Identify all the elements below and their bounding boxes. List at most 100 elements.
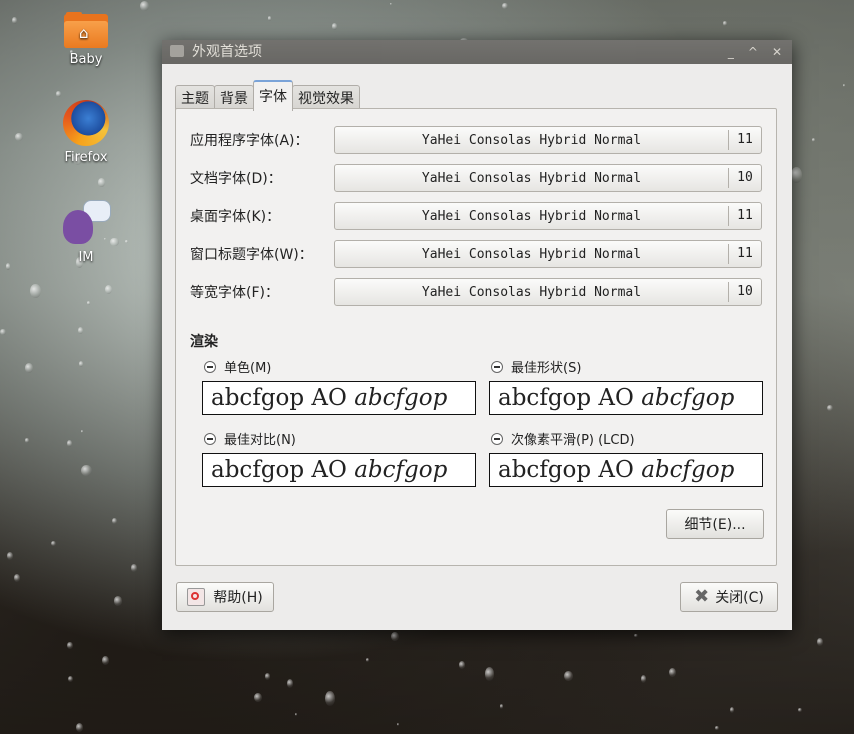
rain-drop (139, 0, 149, 11)
desktop-icon-firefox[interactable]: Firefox (46, 100, 126, 165)
rain-drop (67, 676, 73, 683)
rain-drop (669, 667, 676, 677)
close-button[interactable]: ✖ 关闭(C) (680, 582, 778, 612)
rain-drop (66, 440, 72, 447)
sample-italic-text: abcfgop (641, 385, 735, 411)
rain-drop (715, 726, 719, 730)
rain-drop (12, 17, 17, 25)
font-name: YaHei Consolas Hybrid Normal (421, 132, 642, 148)
radio-icon (491, 360, 503, 373)
desktop-icon-label: Baby (69, 52, 103, 67)
font-label: 桌面字体(K)： (190, 209, 281, 225)
radio-icon (204, 432, 216, 445)
rain-drop (500, 704, 504, 709)
rain-drop (826, 405, 833, 412)
desktop-icon-baby[interactable]: ⌂ Baby (46, 12, 126, 67)
sample-monochrome[interactable]: abcfgop AO abcfgop (202, 381, 476, 415)
close-icon[interactable]: ✕ (772, 40, 782, 64)
rain-drop (389, 2, 392, 6)
sample-regular-text: abcfgop AO (498, 457, 642, 483)
rain-drop (51, 541, 57, 547)
sample-subpixel[interactable]: abcfgop AO abcfgop (489, 453, 763, 487)
window-titlebar[interactable]: 外观首选项 _ ^ ✕ (162, 40, 792, 64)
sample-italic-text: abcfgop (641, 457, 735, 483)
rain-drop (56, 91, 61, 97)
sample-best-shapes[interactable]: abcfgop AO abcfgop (489, 381, 763, 415)
font-size: 10 (728, 168, 761, 188)
font-row-application: 应用程序字体(A)： YaHei Consolas Hybrid Normal … (190, 125, 762, 155)
radio-monochrome[interactable]: 单色(M) (204, 357, 271, 376)
radio-label: 单色(M) (224, 361, 272, 376)
rain-drop (816, 638, 823, 647)
firefox-icon (63, 100, 109, 146)
font-chooser-button[interactable]: YaHei Consolas Hybrid Normal 10 (334, 278, 762, 306)
font-name: YaHei Consolas Hybrid Normal (421, 246, 642, 262)
font-chooser-button[interactable]: YaHei Consolas Hybrid Normal 11 (334, 240, 762, 268)
close-button-label: 关闭(C) (715, 590, 764, 606)
desktop-icon-label: Firefox (64, 150, 108, 165)
rain-drop (842, 83, 845, 88)
rain-drop (634, 634, 638, 638)
sample-italic-text: abcfgop (354, 457, 448, 483)
font-size: 11 (728, 130, 761, 150)
rain-drop (812, 138, 816, 142)
rain-drop (112, 517, 117, 524)
rain-drop (66, 641, 73, 650)
rain-drop (15, 133, 24, 142)
help-button[interactable]: 帮助(H) (176, 582, 274, 612)
rain-drop (365, 657, 369, 662)
radio-icon (204, 360, 216, 373)
rain-drop (396, 723, 400, 727)
font-size: 10 (728, 282, 761, 302)
radio-best-contrast[interactable]: 最佳对比(N) (204, 429, 296, 448)
details-button[interactable]: 细节(E)... (666, 509, 764, 539)
rain-drop (86, 301, 90, 305)
rain-drop (77, 326, 83, 334)
rain-drop (24, 362, 34, 373)
rain-drop (29, 283, 41, 298)
home-folder-icon: ⌂ (64, 12, 108, 48)
radio-label: 次像素平滑(P) (LCD) (511, 433, 635, 448)
font-name: YaHei Consolas Hybrid Normal (421, 284, 642, 300)
help-icon (187, 588, 206, 606)
rain-drop (391, 631, 399, 642)
font-chooser-button[interactable]: YaHei Consolas Hybrid Normal 11 (334, 202, 762, 230)
tab-fonts[interactable]: 字体 (253, 80, 293, 111)
radio-label: 最佳形状(S) (511, 361, 582, 376)
font-name: YaHei Consolas Hybrid Normal (421, 208, 642, 224)
maximize-icon[interactable]: ^ (748, 40, 758, 64)
rain-drop (264, 673, 271, 680)
rain-drop (502, 2, 508, 9)
rain-drop (458, 661, 465, 669)
font-chooser-button[interactable]: YaHei Consolas Hybrid Normal 10 (334, 164, 762, 192)
radio-icon (491, 432, 503, 445)
window-title: 外观首选项 (192, 44, 262, 60)
help-button-label: 帮助(H) (213, 590, 263, 606)
radio-label: 最佳对比(N) (224, 433, 296, 448)
rain-drop (76, 723, 84, 733)
rain-drop (287, 679, 294, 688)
font-label: 窗口标题字体(W)： (190, 247, 313, 263)
fonts-panel: 应用程序字体(A)： YaHei Consolas Hybrid Normal … (175, 108, 777, 566)
desktop-icon-im[interactable]: IM (46, 200, 126, 265)
font-chooser-button[interactable]: YaHei Consolas Hybrid Normal 11 (334, 126, 762, 154)
rain-drop (130, 564, 138, 573)
tab-bar: 主题 背景 字体 视觉效果 (175, 80, 360, 111)
rain-drop (324, 690, 335, 707)
rendering-section-title: 渲染 (190, 334, 218, 350)
rain-drop (102, 656, 109, 665)
rain-drop (0, 328, 6, 336)
font-size: 11 (728, 244, 761, 264)
font-row-window-title: 窗口标题字体(W)： YaHei Consolas Hybrid Normal … (190, 239, 762, 269)
radio-best-shapes[interactable]: 最佳形状(S) (491, 357, 581, 376)
rain-drop (267, 15, 272, 21)
rain-drop (294, 713, 298, 717)
pidgin-icon (61, 200, 111, 246)
sample-regular-text: abcfgop AO (211, 457, 355, 483)
sample-best-contrast[interactable]: abcfgop AO abcfgop (202, 453, 476, 487)
rain-drop (564, 670, 574, 682)
radio-subpixel[interactable]: 次像素平滑(P) (LCD) (491, 429, 635, 448)
desktop-icon-label: IM (78, 250, 94, 265)
rain-drop (78, 361, 83, 367)
minimize-icon[interactable]: _ (728, 40, 734, 64)
